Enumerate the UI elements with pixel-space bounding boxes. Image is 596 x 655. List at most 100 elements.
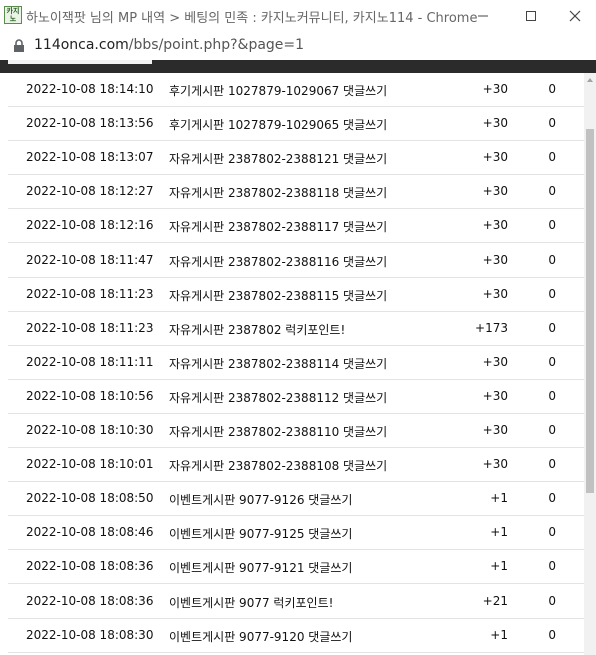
row-date: 2022-10-08 18:11:11 [26, 354, 154, 369]
row-date: 2022-10-08 18:12:16 [26, 218, 154, 233]
lock-icon [14, 39, 24, 52]
row-date: 2022-10-08 18:08:46 [26, 525, 154, 540]
table-row: 2022-10-08 18:11:47 자유게시판 2387802-2388116… [8, 244, 584, 278]
row-point: +1 [490, 491, 508, 506]
table-row: 2022-10-08 18:12:16 자유게시판 2387802-2388117… [8, 209, 584, 244]
row-date: 2022-10-08 18:11:23 [26, 320, 154, 335]
table-row: 2022-10-08 18:12:27 자유게시판 2387802-2388118… [8, 175, 584, 210]
row-used: 0 [548, 525, 556, 540]
row-used: 0 [548, 252, 556, 267]
row-point: +30 [482, 354, 508, 369]
row-description: 자유게시판 2387802 럭키포인트! [169, 322, 346, 337]
table-row: 2022-10-08 18:11:23 자유게시판 2387802 럭키포인트! +… [8, 312, 584, 346]
row-date: 2022-10-08 18:13:56 [26, 116, 154, 131]
table-row: 2022-10-08 18:10:30 자유게시판 2387802-2388110… [8, 414, 584, 448]
table-row: 2022-10-08 18:10:56 자유게시판 2387802-2388112… [8, 380, 584, 414]
row-date: 2022-10-08 18:08:36 [26, 593, 154, 608]
maximize-button[interactable] [508, 0, 554, 32]
row-used: 0 [548, 388, 556, 403]
row-used: 0 [548, 320, 556, 335]
address-bar[interactable]: 114onca.com/bbs/point.php?&page=1 [0, 32, 596, 60]
row-description: 자유게시판 2387802-2388117 댓글쓰기 [169, 220, 388, 235]
row-used: 0 [548, 423, 556, 437]
row-point: +30 [482, 423, 508, 437]
site-favicon-icon: 카지노 [4, 6, 22, 24]
table-row: 2022-10-08 18:08:36 이벤트게시판 9077 럭키포인트! +21… [8, 585, 584, 619]
url-domain: 114onca.com [34, 37, 129, 53]
row-description: 이벤트게시판 9077-9121 댓글쓰기 [169, 561, 353, 576]
row-date: 2022-10-08 18:08:36 [26, 559, 154, 574]
row-date: 2022-10-08 18:08:50 [26, 491, 154, 506]
row-description: 자유게시판 2387802-2388108 댓글쓰기 [169, 459, 388, 474]
row-point: +30 [482, 82, 508, 96]
row-point: +173 [475, 320, 508, 335]
table-row: 2022-10-08 18:13:07 자유게시판 2387802-2388121… [8, 141, 584, 176]
row-date: 2022-10-08 18:12:27 [26, 184, 154, 199]
row-point: +30 [482, 286, 508, 301]
site-header-strip [0, 60, 596, 73]
window-titlebar: 카지노 하노이잭팟 님의 MP 내역 > 베팅의 민족 : 카지노커뮤니티, 카… [0, 0, 596, 32]
row-description: 자유게시판 2387802-2388116 댓글쓰기 [169, 254, 388, 269]
table-row: 2022-10-08 18:13:56 후기게시판 1027879-1029065… [8, 107, 584, 142]
row-point: +1 [490, 559, 508, 574]
row-date: 2022-10-08 18:10:30 [26, 423, 154, 437]
row-description: 자유게시판 2387802-2388112 댓글쓰기 [169, 390, 388, 405]
minimize-icon [478, 15, 488, 17]
row-point: +30 [482, 388, 508, 403]
table-row: 2022-10-08 18:08:30 이벤트게시판 9077-9120 댓글쓰기… [8, 619, 584, 653]
table-row: 2022-10-08 18:08:50 이벤트게시판 9077-9126 댓글쓰기… [8, 482, 584, 517]
table-row: 2022-10-08 18:11:11 자유게시판 2387802-2388114… [8, 346, 584, 380]
row-used: 0 [548, 354, 556, 369]
table-row: 2022-10-08 18:08:46 이벤트게시판 9077-9125 댓글쓰기… [8, 516, 584, 551]
header-input-strip [8, 60, 152, 64]
row-used: 0 [548, 593, 556, 608]
row-used: 0 [548, 184, 556, 199]
row-description: 이벤트게시판 9077-9125 댓글쓰기 [169, 527, 353, 542]
row-date: 2022-10-08 18:10:01 [26, 457, 154, 472]
row-date: 2022-10-08 18:08:30 [26, 627, 154, 642]
url-text: 114onca.com/bbs/point.php?&page=1 [34, 37, 304, 53]
minimize-button[interactable] [460, 0, 506, 32]
row-date: 2022-10-08 18:11:47 [26, 252, 154, 267]
table-row: 2022-10-08 18:11:23 자유게시판 2387802-2388115… [8, 278, 584, 312]
row-used: 0 [548, 82, 556, 96]
row-description: 후기게시판 1027879-1029065 댓글쓰기 [169, 118, 388, 133]
table-row: 2022-10-08 18:10:01 자유게시판 2387802-2388108… [8, 448, 584, 483]
row-point: +30 [482, 252, 508, 267]
row-point: +30 [482, 218, 508, 233]
row-description: 이벤트게시판 9077-9120 댓글쓰기 [169, 629, 353, 644]
row-point: +30 [482, 184, 508, 199]
row-date: 2022-10-08 18:10:56 [26, 388, 154, 403]
close-icon [569, 10, 581, 22]
row-point: +30 [482, 150, 508, 165]
row-point: +30 [482, 116, 508, 131]
row-date: 2022-10-08 18:13:07 [26, 150, 154, 165]
row-description: 자유게시판 2387802-2388114 댓글쓰기 [169, 356, 388, 371]
url-path: /bbs/point.php?&page=1 [128, 37, 305, 53]
scrollbar-thumb[interactable] [586, 129, 594, 493]
row-used: 0 [548, 457, 556, 472]
table-row: 2022-10-08 18:08:36 이벤트게시판 9077-9121 댓글쓰기… [8, 550, 584, 585]
row-used: 0 [548, 218, 556, 233]
maximize-icon [526, 11, 536, 21]
row-description: 이벤트게시판 9077 럭키포인트! [169, 595, 334, 610]
row-point: +30 [482, 457, 508, 472]
row-point: +21 [482, 593, 508, 608]
row-description: 자유게시판 2387802-2388118 댓글쓰기 [169, 186, 388, 201]
row-used: 0 [548, 491, 556, 506]
row-description: 이벤트게시판 9077-9126 댓글쓰기 [169, 493, 353, 508]
row-point: +1 [490, 525, 508, 540]
window-title: 하노이잭팟 님의 MP 내역 > 베팅의 민족 : 카지노커뮤니티, 카지노11… [26, 11, 478, 26]
vertical-scrollbar[interactable] [584, 73, 596, 655]
point-history-list: 2022-10-08 18:14:10 후기게시판 1027879-1029067… [0, 73, 584, 655]
close-button[interactable] [552, 0, 596, 32]
row-used: 0 [548, 150, 556, 165]
row-used: 0 [548, 627, 556, 642]
table-row: 2022-10-08 18:14:10 후기게시판 1027879-1029067… [8, 73, 584, 107]
scroll-up-arrow-icon[interactable] [584, 75, 596, 85]
row-point: +1 [490, 627, 508, 642]
row-description: 자유게시판 2387802-2388115 댓글쓰기 [169, 288, 388, 303]
row-description: 후기게시판 1027879-1029067 댓글쓰기 [169, 84, 388, 98]
row-description: 자유게시판 2387802-2388110 댓글쓰기 [169, 425, 388, 439]
row-used: 0 [548, 286, 556, 301]
